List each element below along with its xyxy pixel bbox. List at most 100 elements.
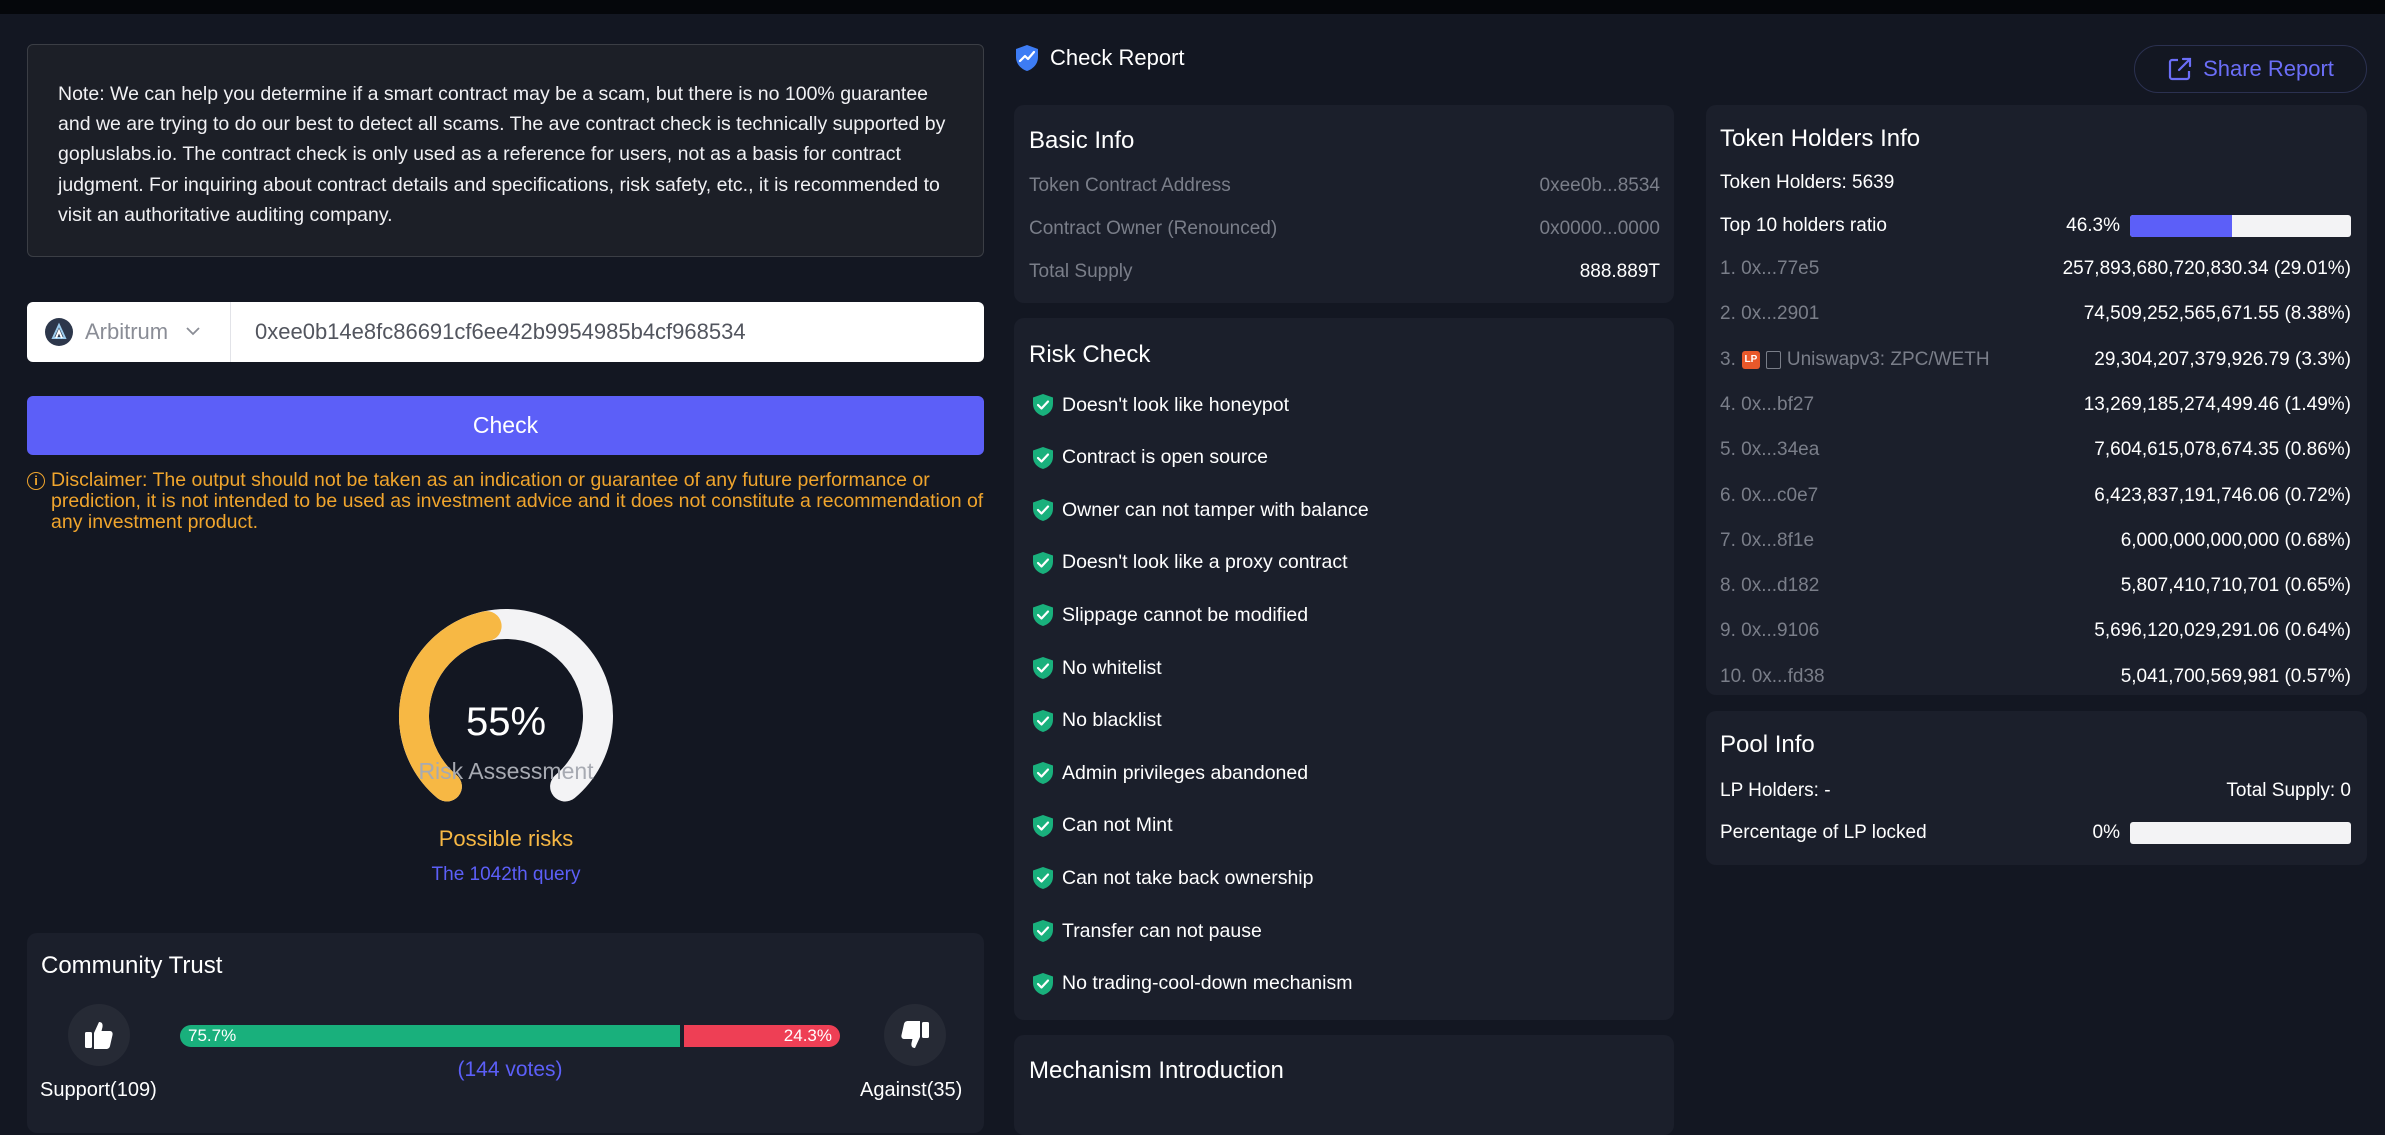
scam-check-note: Note: We can help you determine if a sma… bbox=[27, 44, 984, 257]
total-supply-value: 888.889T bbox=[1579, 261, 1660, 282]
arbitrum-logo-icon bbox=[45, 318, 73, 346]
shield-check-icon bbox=[1033, 657, 1053, 679]
shield-check-icon bbox=[1033, 762, 1053, 785]
risk-check-item: No blacklist bbox=[1032, 709, 1162, 733]
top-bar bbox=[0, 0, 2385, 14]
lp-locked-bar bbox=[2130, 822, 2351, 844]
top10-ratio-pct: 46.3% bbox=[2066, 215, 2120, 236]
risk-check-label: Transfer can not pause bbox=[1062, 919, 1262, 942]
risk-check-item: No whitelist bbox=[1032, 656, 1162, 680]
holder-amount: 29,304,207,379,926.79 (3.3%) bbox=[2094, 348, 2351, 370]
risk-check-label: No trading-cool-down mechanism bbox=[1062, 972, 1353, 995]
holder-row[interactable]: 10. 0x...fd38 5,041,700,569,981 (0.57%) bbox=[1720, 666, 2351, 688]
holder-rank-address: 6. 0x...c0e7 bbox=[1720, 484, 1819, 506]
contract-address-input[interactable] bbox=[230, 302, 984, 362]
token-holders-title: Token Holders Info bbox=[1720, 125, 1921, 152]
top10-ratio-fill bbox=[2130, 215, 2233, 237]
holder-name: 1. 0x...77e5 bbox=[1720, 258, 1819, 280]
holder-rank-address: 10. 0x...fd38 bbox=[1720, 665, 1825, 687]
holder-rank-address: 8. 0x...d182 bbox=[1720, 575, 1820, 597]
holder-rank-address: 7. 0x...8f1e bbox=[1720, 529, 1815, 551]
holder-rank-address: 4. 0x...bf27 bbox=[1720, 393, 1815, 415]
holder-name: 4. 0x...bf27 bbox=[1720, 394, 1814, 416]
check-report-header: Check Report bbox=[1014, 44, 1185, 72]
basic-info-key: Contract Owner (Renounced) bbox=[1029, 218, 1278, 239]
holder-rank-address: 2. 0x...2901 bbox=[1720, 303, 1820, 325]
basic-info-title: Basic Info bbox=[1029, 127, 1135, 154]
holder-row[interactable]: 3. LP Uniswapv3: ZPC/WETH 29,304,207,379,92… bbox=[1720, 349, 2351, 371]
holder-row[interactable]: 6. 0x...c0e7 6,423,837,191,746.06 (0.72%) bbox=[1720, 485, 2351, 507]
shield-check-icon bbox=[1033, 814, 1053, 837]
holder-amount: 5,041,700,569,981 (0.57%) bbox=[2120, 665, 2351, 687]
thumbs-down-button[interactable] bbox=[884, 1004, 946, 1066]
holder-name: 9. 0x...9106 bbox=[1720, 620, 1819, 642]
lp-total-supply: Total Supply: 0 bbox=[2226, 780, 2351, 801]
risk-check-label: Can not take back ownership bbox=[1062, 866, 1314, 889]
owner-address-link[interactable]: 0x0000...0000 bbox=[1540, 218, 1660, 240]
holder-row[interactable]: 2. 0x...2901 74,509,252,565,671.55 (8.38%… bbox=[1720, 303, 2351, 325]
mechanism-title: Mechanism Introduction bbox=[1029, 1057, 1284, 1084]
thumbs-up-icon bbox=[85, 1022, 113, 1049]
risk-check-label: Owner can not tamper with balance bbox=[1062, 498, 1369, 521]
holder-row[interactable]: 4. 0x...bf27 13,269,185,274,499.46 (1.49%… bbox=[1720, 394, 2351, 416]
holder-row[interactable]: 1. 0x...77e5 257,893,680,720,830.34 (29.0… bbox=[1720, 258, 2351, 280]
holder-amount: 74,509,252,565,671.55 (8.38%) bbox=[2083, 303, 2351, 325]
risk-check-item: Contract is open source bbox=[1032, 446, 1268, 470]
holder-rank-address: 9. 0x...9106 bbox=[1720, 620, 1820, 642]
holder-amount: 6,423,837,191,746.06 (0.72%) bbox=[2094, 484, 2351, 506]
lp-locked-pct: 0% bbox=[2092, 822, 2120, 843]
holder-label: Uniswapv3: ZPC/WETH bbox=[1786, 348, 1990, 370]
disclaimer-text: Disclaimer: The output should not be tak… bbox=[51, 469, 984, 533]
holder-row[interactable]: 9. 0x...9106 5,696,120,029,291.06 (0.64%) bbox=[1720, 620, 2351, 642]
disclaimer: i Disclaimer: The output should not be t… bbox=[27, 470, 987, 533]
holder-name: 8. 0x...d182 bbox=[1720, 575, 1819, 597]
token-holders-count: Token Holders: 5639 bbox=[1720, 172, 1895, 193]
shield-check-icon bbox=[1033, 604, 1053, 627]
info-icon: i bbox=[27, 472, 45, 490]
risk-assessment-label: Risk Assessment bbox=[418, 758, 594, 784]
shield-check-icon bbox=[1033, 551, 1053, 574]
holder-amount: 5,696,120,029,291.06 (0.64%) bbox=[2094, 620, 2351, 642]
chevron-down-icon bbox=[185, 323, 201, 341]
support-label: Support(109) bbox=[40, 1079, 157, 1101]
basic-info-row: Total Supply 888.889T bbox=[1029, 261, 1660, 283]
against-bar: 24.3% bbox=[683, 1025, 840, 1047]
check-button[interactable]: Check bbox=[27, 396, 984, 455]
risk-check-label: Admin privileges abandoned bbox=[1062, 761, 1309, 784]
pool-holders-row: LP Holders: - Total Supply: 0 bbox=[1720, 780, 2351, 802]
holder-row[interactable]: 7. 0x...8f1e 6,000,000,000,000 (0.68%) bbox=[1720, 530, 2351, 552]
vote-count: (144 votes) bbox=[457, 1058, 563, 1081]
holder-name: 3. LP Uniswapv3: ZPC/WETH bbox=[1720, 349, 1990, 371]
lp-locked-label: Percentage of LP locked bbox=[1720, 822, 1927, 843]
holder-rank-address: 3. bbox=[1720, 348, 1736, 370]
share-report-button[interactable]: Share Report bbox=[2134, 45, 2367, 93]
risk-check-label: Can not Mint bbox=[1062, 814, 1173, 837]
share-report-label: Share Report bbox=[2203, 56, 2334, 81]
shield-chart-icon bbox=[1016, 45, 1038, 71]
shield-check-icon bbox=[1033, 920, 1053, 942]
chain-select[interactable]: Arbitrum bbox=[27, 302, 230, 362]
basic-info-row: Contract Owner (Renounced) 0x0000...0000 bbox=[1029, 218, 1660, 240]
vote-bar: 75.7% 24.3% bbox=[180, 1025, 840, 1047]
share-icon bbox=[2168, 57, 2192, 81]
top10-ratio-label: Top 10 holders ratio bbox=[1720, 215, 1887, 236]
holder-name: 6. 0x...c0e7 bbox=[1720, 485, 1818, 507]
holder-rank-address: 1. 0x...77e5 bbox=[1720, 258, 1820, 279]
shield-check-icon bbox=[1033, 394, 1053, 416]
risk-check-item: Transfer can not pause bbox=[1032, 919, 1262, 943]
risk-check-item: No trading-cool-down mechanism bbox=[1032, 972, 1352, 996]
token-address-link[interactable]: 0xee0b...8534 bbox=[1540, 175, 1660, 197]
risk-check-item: Can not take back ownership bbox=[1032, 866, 1313, 890]
token-holders-count-row: Token Holders: 5639 bbox=[1720, 172, 2351, 194]
holder-row[interactable]: 5. 0x...34ea 7,604,615,078,674.35 (0.86%) bbox=[1720, 439, 2351, 461]
holder-row[interactable]: 8. 0x...d182 5,807,410,710,701 (0.65%) bbox=[1720, 575, 2351, 597]
basic-info-row: Token Contract Address 0xee0b...8534 bbox=[1029, 175, 1660, 197]
risk-check-label: Doesn't look like a proxy contract bbox=[1062, 551, 1348, 574]
shield-check-icon bbox=[1033, 709, 1053, 732]
risk-check-item: Admin privileges abandoned bbox=[1032, 761, 1308, 785]
chain-name: Arbitrum bbox=[85, 319, 169, 344]
lp-locked-value: 0% bbox=[2093, 822, 2351, 844]
risk-check-item: Doesn't look like honeypot bbox=[1032, 393, 1289, 417]
thumbs-up-button[interactable] bbox=[68, 1004, 130, 1066]
lp-holders: LP Holders: - bbox=[1720, 780, 1831, 801]
